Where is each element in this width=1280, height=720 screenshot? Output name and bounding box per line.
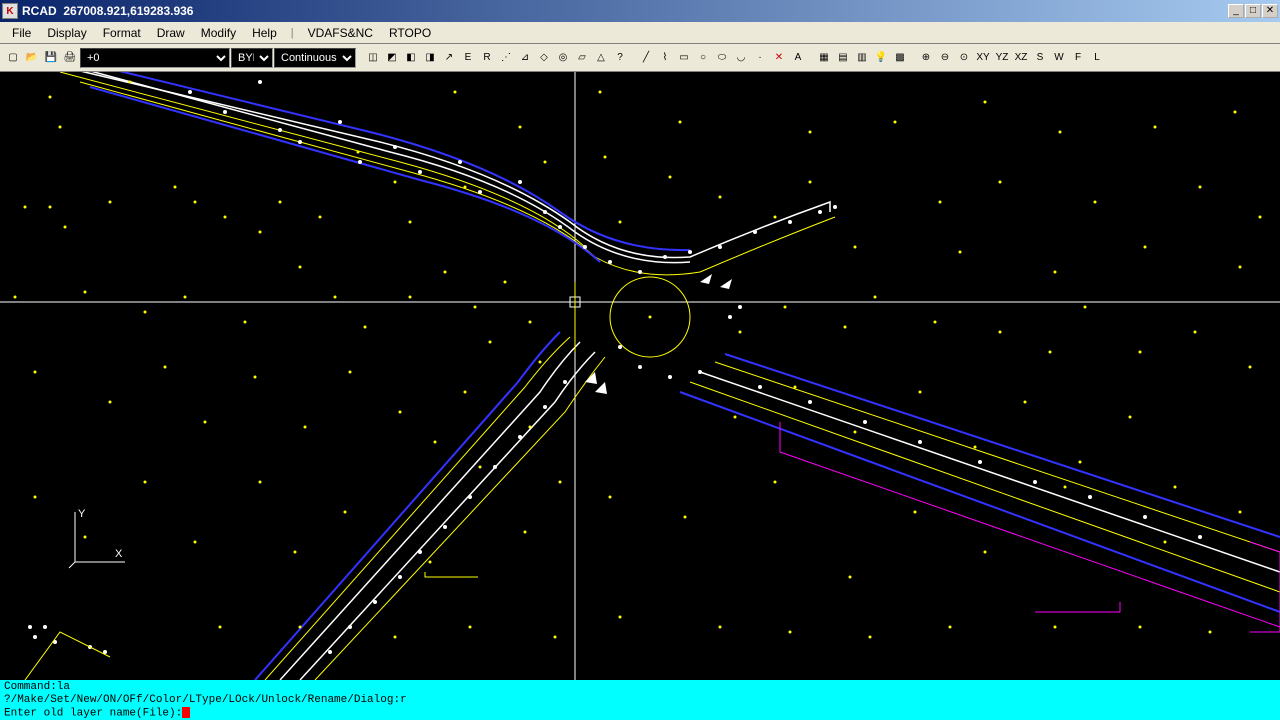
menu-modify[interactable]: Modify <box>193 24 244 42</box>
command-line-2: ?/Make/Set/New/ON/OFf/Color/LType/LOck/U… <box>4 694 1276 707</box>
view-w[interactable]: W <box>1050 49 1068 67</box>
zoom-icon-2[interactable]: ⊖ <box>936 49 954 67</box>
menu-rtopo[interactable]: RTOPO <box>381 24 439 42</box>
help-icon[interactable]: ? <box>611 49 629 67</box>
menu-draw[interactable]: Draw <box>149 24 193 42</box>
drawing-canvas[interactable]: Y X <box>0 72 1280 680</box>
tool-icon-2[interactable]: ◩ <box>383 49 401 67</box>
print-icon[interactable]: 🖨 <box>61 49 79 67</box>
zoom-icon-3[interactable]: ⊙ <box>955 49 973 67</box>
open-icon[interactable]: 📂 <box>23 49 41 67</box>
app-name: RCAD <box>22 4 57 18</box>
arc-icon[interactable]: ◡ <box>732 49 750 67</box>
color-select[interactable]: BYL <box>231 48 273 68</box>
toolbar: ▢ 📂 💾 🖨 +0 BYL Continuous ◫ ◩ ◧ ◨ ↗ E R … <box>0 44 1280 72</box>
bulb-icon[interactable]: 💡 <box>872 49 890 67</box>
command-line-1: Command:la <box>4 681 1276 694</box>
tool-icon-11[interactable]: △ <box>592 49 610 67</box>
view-xy[interactable]: XY <box>974 49 992 67</box>
title-bar: K RCAD 267008.921,619283.936 _ □ ✕ <box>0 0 1280 22</box>
grid-icon-3[interactable]: ▥ <box>853 49 871 67</box>
menu-vdafs[interactable]: VDAFS&NC <box>300 24 381 42</box>
tool-icon-4[interactable]: ◨ <box>421 49 439 67</box>
title-text: RCAD 267008.921,619283.936 <box>22 4 1228 18</box>
tool-icon-7[interactable]: ⊿ <box>516 49 534 67</box>
new-icon[interactable]: ▢ <box>4 49 22 67</box>
menu-separator: | <box>285 27 300 39</box>
view-l[interactable]: L <box>1088 49 1106 67</box>
tool-icon-r[interactable]: R <box>478 49 496 67</box>
tool-icon-e[interactable]: E <box>459 49 477 67</box>
circle-icon[interactable]: ○ <box>694 49 712 67</box>
cursor <box>182 707 190 718</box>
tool-icon-5[interactable]: ↗ <box>440 49 458 67</box>
tool-icon-3[interactable]: ◧ <box>402 49 420 67</box>
zoom-icon-1[interactable]: ⊕ <box>917 49 935 67</box>
tool-icon-8[interactable]: ◇ <box>535 49 553 67</box>
point-icon[interactable]: · <box>751 49 769 67</box>
menu-bar: File Display Format Draw Modify Help | V… <box>0 22 1280 44</box>
view-xz[interactable]: XZ <box>1012 49 1030 67</box>
close-button[interactable]: ✕ <box>1262 4 1278 18</box>
tool-icon-6[interactable]: ⋰ <box>497 49 515 67</box>
menu-help[interactable]: Help <box>244 24 285 42</box>
coords: 267008.921,619283.936 <box>63 4 193 18</box>
command-line-3: Enter old layer name(File): <box>4 707 1276 720</box>
tool-icon-10[interactable]: ▱ <box>573 49 591 67</box>
minimize-button[interactable]: _ <box>1228 4 1244 18</box>
grid-icon-1[interactable]: ▦ <box>815 49 833 67</box>
app-icon: K <box>2 3 18 19</box>
layer-select[interactable]: +0 <box>80 48 230 68</box>
view-s[interactable]: S <box>1031 49 1049 67</box>
text-icon[interactable]: A <box>789 49 807 67</box>
linetype-select[interactable]: Continuous <box>274 48 356 68</box>
ellipse-icon[interactable]: ⬭ <box>713 49 731 67</box>
tool-icon-1[interactable]: ◫ <box>364 49 382 67</box>
delete-icon[interactable]: ✕ <box>770 49 788 67</box>
view-yz[interactable]: YZ <box>993 49 1011 67</box>
grid-icon-2[interactable]: ▤ <box>834 49 852 67</box>
polyline-icon[interactable]: ⌇ <box>656 49 674 67</box>
menu-file[interactable]: File <box>4 24 39 42</box>
window-buttons: _ □ ✕ <box>1228 4 1278 18</box>
grid-icon-4[interactable]: ▩ <box>891 49 909 67</box>
line-icon[interactable]: ╱ <box>637 49 655 67</box>
command-area[interactable]: Command:la ?/Make/Set/New/ON/OFf/Color/L… <box>0 680 1280 720</box>
save-icon[interactable]: 💾 <box>42 49 60 67</box>
menu-display[interactable]: Display <box>39 24 94 42</box>
menu-format[interactable]: Format <box>95 24 149 42</box>
maximize-button[interactable]: □ <box>1245 4 1261 18</box>
tool-icon-9[interactable]: ◎ <box>554 49 572 67</box>
view-f[interactable]: F <box>1069 49 1087 67</box>
rect-icon[interactable]: ▭ <box>675 49 693 67</box>
